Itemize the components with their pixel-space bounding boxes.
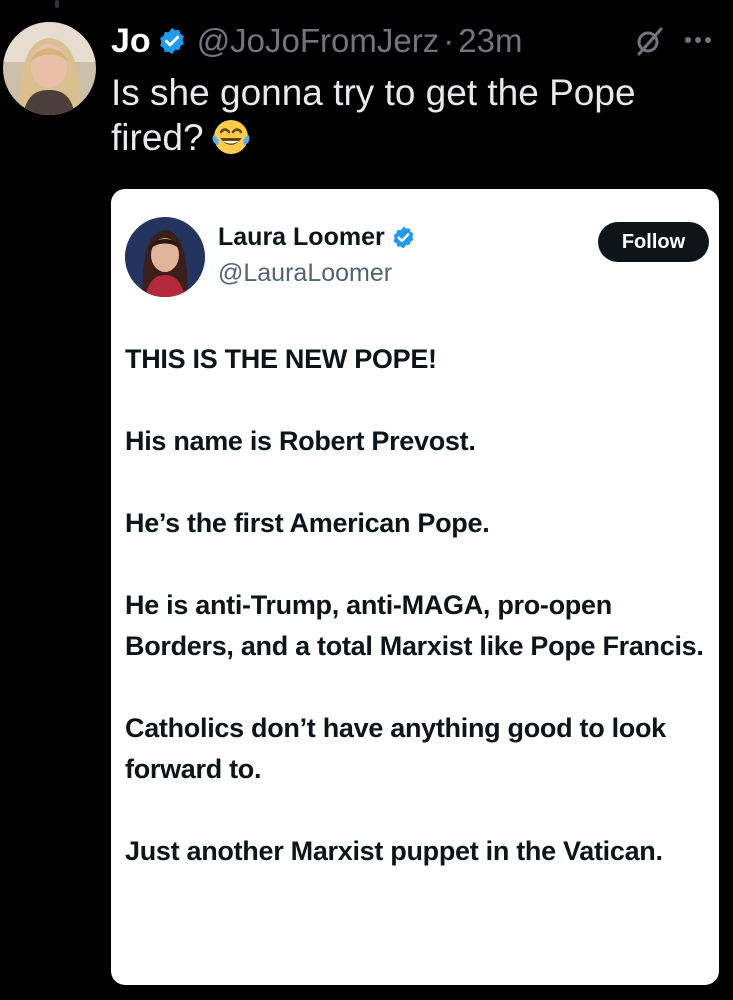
quoted-author-name[interactable]: Laura Loomer	[218, 223, 385, 252]
author-name[interactable]: Jo	[111, 22, 151, 61]
quoted-author-handle[interactable]: @LauraLoomer	[218, 259, 392, 288]
verified-badge-icon	[157, 26, 187, 56]
author-avatar-image	[3, 22, 96, 115]
follow-button[interactable]: Follow	[598, 222, 709, 262]
quoted-paragraph: THIS IS THE NEW POPE!	[125, 344, 437, 374]
quoted-paragraph: Catholics don’t have anything good to lo…	[125, 713, 666, 784]
thread-connector-line	[55, 0, 59, 8]
author-handle[interactable]: @JoJoFromJerz	[197, 22, 440, 60]
quoted-author-avatar[interactable]	[125, 217, 205, 297]
laughing-tears-emoji-icon	[210, 115, 252, 157]
header-separator: ·	[443, 22, 455, 59]
tweet-text-content: Is she gonna try to get the Pope fired?	[111, 72, 636, 158]
author-avatar[interactable]	[3, 22, 96, 115]
quoted-paragraph: He’s the first American Pope.	[125, 508, 490, 538]
quoted-paragraph: Just another Marxist puppet in the Vatic…	[125, 836, 663, 866]
quoted-tweet-card[interactable]: Laura Loomer @LauraLoomer Follow THIS IS…	[111, 189, 719, 985]
verified-badge-icon	[393, 226, 414, 249]
tweet-timestamp[interactable]: 23m	[458, 22, 522, 60]
quoted-paragraph: His name is Robert Prevost.	[125, 426, 476, 456]
quoted-author-name-row: Laura Loomer	[218, 223, 416, 252]
tweet-header: Jo @JoJoFromJerz · 23m	[111, 18, 522, 64]
grok-icon[interactable]	[633, 24, 667, 58]
quoted-tweet-body: THIS IS THE NEW POPE! His name is Robert…	[125, 339, 710, 913]
more-options-icon[interactable]	[678, 30, 718, 50]
quoted-paragraph: He is anti-Trump, anti-MAGA, pro-open Bo…	[125, 590, 704, 661]
tweet-text: Is she gonna try to get the Pope fired?	[111, 70, 711, 160]
quoted-avatar-image	[125, 217, 205, 297]
